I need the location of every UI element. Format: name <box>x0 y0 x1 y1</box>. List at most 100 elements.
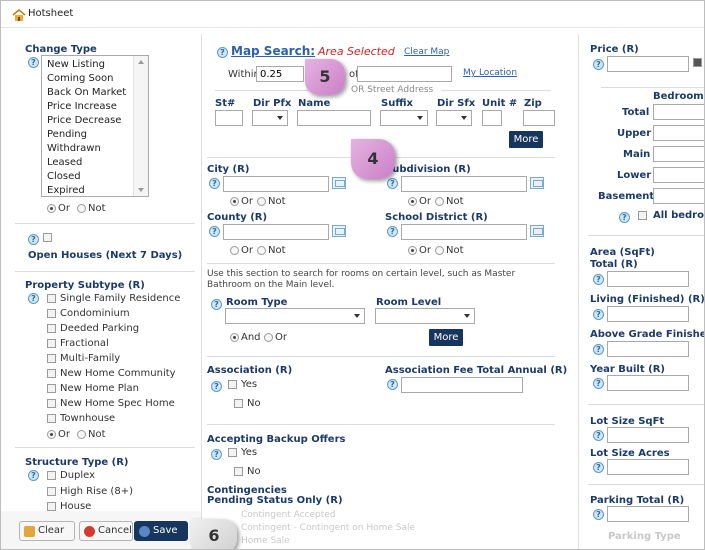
help-icon[interactable]: ? <box>209 226 220 237</box>
scroll-down-icon[interactable] <box>138 188 144 192</box>
not-radio[interactable] <box>257 197 266 206</box>
within-input[interactable] <box>256 66 304 82</box>
help-icon[interactable]: ? <box>387 226 398 237</box>
help-icon[interactable]: ? <box>593 462 604 473</box>
checkbox[interactable] <box>693 58 702 67</box>
not-radio[interactable] <box>77 430 86 439</box>
checkbox[interactable] <box>228 448 237 457</box>
not-radio[interactable] <box>257 246 266 255</box>
help-icon[interactable]: ? <box>593 509 604 520</box>
lookup-icon[interactable] <box>530 177 544 189</box>
and-radio[interactable] <box>230 333 239 342</box>
zip-input[interactable] <box>523 110 555 126</box>
help-icon[interactable]: ? <box>619 212 630 223</box>
dir-pfx-select[interactable] <box>252 110 288 126</box>
dir-sfx-select[interactable] <box>436 110 472 126</box>
save-button[interactable]: Save <box>134 521 188 541</box>
help-icon[interactable]: ? <box>593 344 604 355</box>
more-button[interactable]: More <box>429 329 463 346</box>
checkbox[interactable] <box>47 294 56 303</box>
price-min-input[interactable] <box>607 56 689 72</box>
bedrooms-total-input[interactable] <box>653 104 704 120</box>
help-icon[interactable]: ? <box>593 274 604 285</box>
help-icon[interactable]: ? <box>217 47 228 58</box>
open-houses-checkbox[interactable] <box>43 233 52 242</box>
help-icon[interactable]: ? <box>593 378 604 389</box>
or-radio[interactable] <box>47 430 56 439</box>
association-fee-input[interactable] <box>401 377 523 393</box>
help-icon[interactable]: ? <box>209 178 220 189</box>
not-radio[interactable] <box>435 197 444 206</box>
unit-input[interactable] <box>482 110 502 126</box>
checkbox[interactable] <box>47 309 56 318</box>
list-item[interactable]: Back On Market <box>47 87 126 98</box>
room-type-select[interactable] <box>225 308 365 324</box>
parking-total-input[interactable] <box>607 506 689 522</box>
checkbox[interactable] <box>47 399 56 408</box>
lookup-icon[interactable] <box>332 225 346 237</box>
suffix-select[interactable] <box>380 110 428 126</box>
map-search-link[interactable]: Map Search: <box>231 44 315 58</box>
help-icon[interactable]: ? <box>387 379 398 390</box>
street-number-input[interactable] <box>215 110 243 126</box>
list-item[interactable]: Withdrawn <box>47 143 101 154</box>
help-icon[interactable]: ? <box>211 381 222 392</box>
checkbox[interactable] <box>228 380 237 389</box>
checkbox[interactable] <box>47 414 56 423</box>
school-district-input[interactable] <box>401 224 527 240</box>
list-item[interactable]: Price Increase <box>47 101 117 112</box>
checkbox[interactable] <box>47 384 56 393</box>
list-item[interactable]: Pending <box>47 129 87 140</box>
bedrooms-lower-input[interactable] <box>653 167 704 183</box>
lot-size-acres-input[interactable] <box>607 459 689 475</box>
help-icon[interactable]: ? <box>211 299 222 310</box>
or-radio[interactable] <box>230 197 239 206</box>
bedrooms-upper-input[interactable] <box>653 125 704 141</box>
list-item[interactable]: Closed <box>47 171 81 182</box>
list-item[interactable]: Leased <box>47 157 82 168</box>
address-input[interactable] <box>357 66 452 82</box>
checkbox[interactable] <box>47 502 56 511</box>
or-radio[interactable] <box>230 246 239 255</box>
listbox-scrollbar[interactable] <box>133 56 148 196</box>
street-name-input[interactable] <box>297 110 371 126</box>
help-icon[interactable]: ? <box>28 234 39 245</box>
more-button[interactable]: More <box>509 131 543 148</box>
help-icon[interactable]: ? <box>211 449 222 460</box>
living-input[interactable] <box>607 306 689 322</box>
checkbox[interactable] <box>234 399 243 408</box>
checkbox[interactable] <box>47 487 56 496</box>
help-icon[interactable]: ? <box>28 470 39 481</box>
scroll-up-icon[interactable] <box>138 60 144 64</box>
checkbox[interactable] <box>47 324 56 333</box>
year-built-input[interactable] <box>607 375 689 391</box>
list-item[interactable]: Coming Soon <box>47 73 113 84</box>
lookup-icon[interactable] <box>530 225 544 237</box>
checkbox[interactable] <box>47 339 56 348</box>
room-level-select[interactable] <box>375 308 475 324</box>
or-radio[interactable] <box>47 204 56 213</box>
checkbox[interactable] <box>47 354 56 363</box>
bedrooms-main-input[interactable] <box>653 146 704 162</box>
my-location-link[interactable]: My Location <box>463 68 517 78</box>
lookup-icon[interactable] <box>332 177 346 189</box>
clear-map-link[interactable]: Clear Map <box>404 47 449 57</box>
change-type-listbox[interactable]: New Listing Coming Soon Back On Market P… <box>41 55 149 197</box>
help-icon[interactable]: ? <box>28 57 39 68</box>
cancel-button[interactable]: Cancel <box>79 521 133 541</box>
bedrooms-basement-input[interactable] <box>653 188 704 204</box>
help-icon[interactable]: ? <box>28 293 39 304</box>
help-icon[interactable]: ? <box>387 178 398 189</box>
area-total-input[interactable] <box>607 271 689 287</box>
or-radio[interactable] <box>264 333 273 342</box>
not-radio[interactable] <box>435 246 444 255</box>
lot-size-sqft-input[interactable] <box>607 427 689 443</box>
list-item[interactable]: Expired <box>47 185 85 196</box>
city-input[interactable] <box>223 176 329 192</box>
checkbox[interactable] <box>47 471 56 480</box>
list-item[interactable]: Price Decrease <box>47 115 121 126</box>
help-icon[interactable]: ? <box>593 59 604 70</box>
clear-button[interactable]: Clear <box>19 521 75 541</box>
checkbox[interactable] <box>47 369 56 378</box>
help-icon[interactable]: ? <box>593 309 604 320</box>
